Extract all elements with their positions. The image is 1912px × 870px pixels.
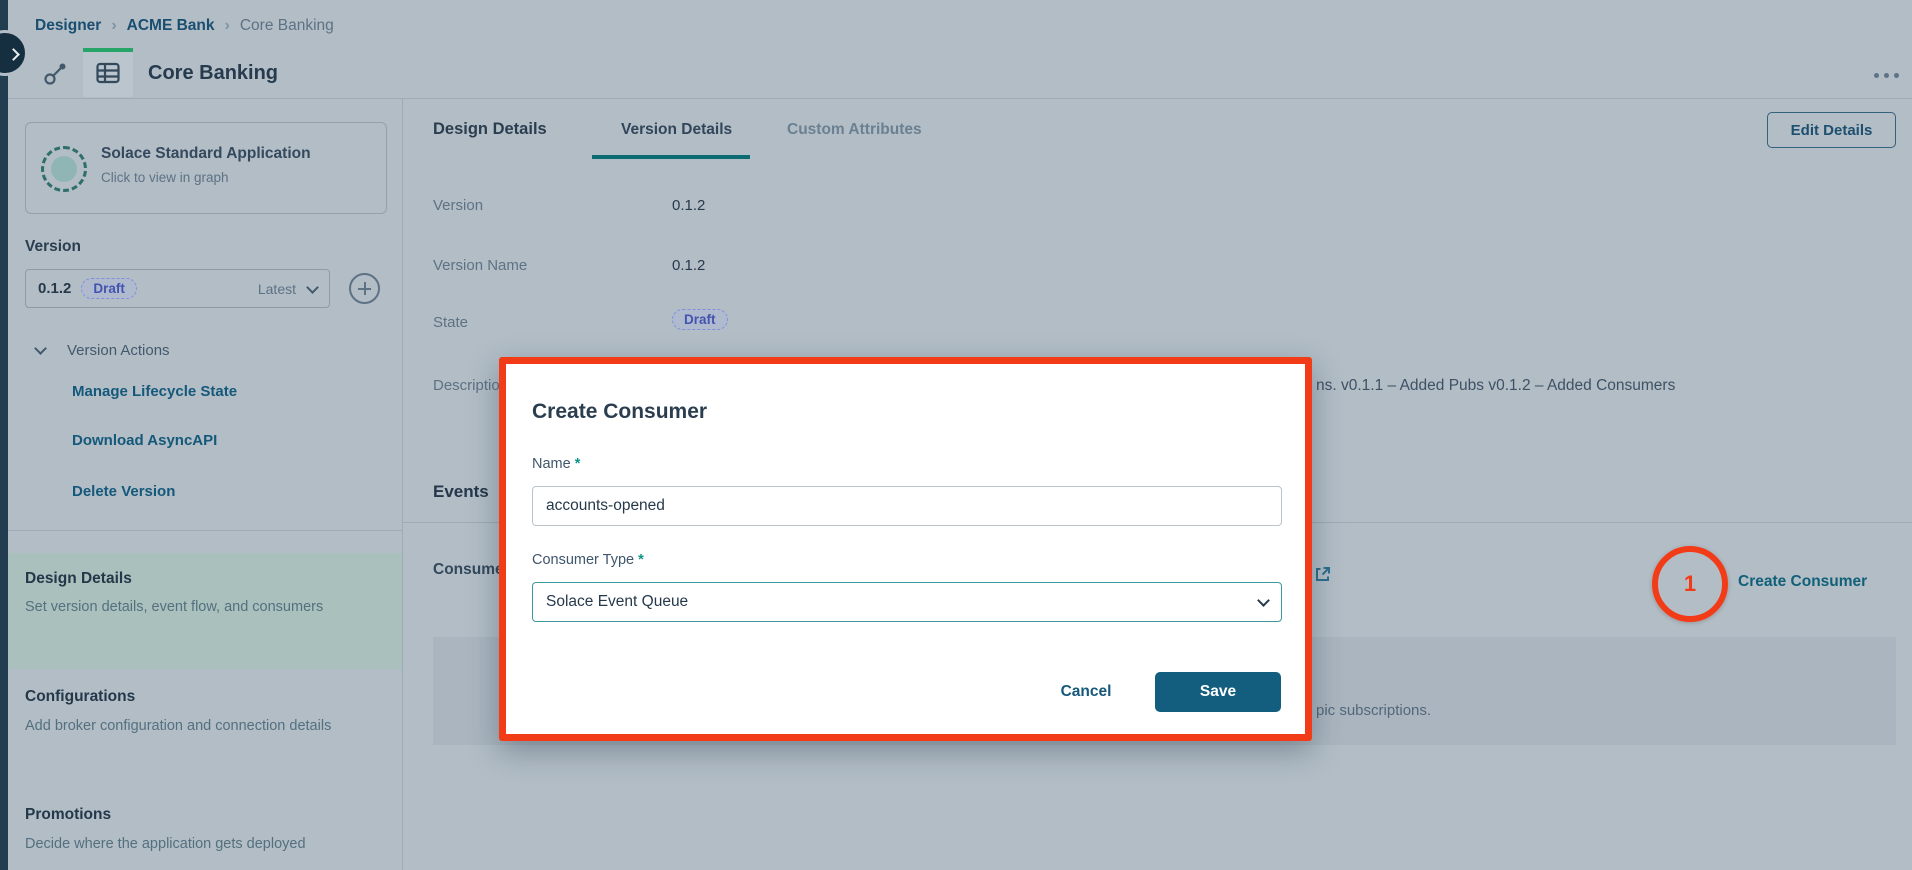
nav-subtitle: Add broker configuration and connection … <box>25 718 332 734</box>
version-actions-toggle[interactable]: Version Actions <box>34 342 170 359</box>
nav-subtitle: Decide where the application gets deploy… <box>25 836 306 852</box>
events-section-heading: Events <box>433 482 489 501</box>
collapsed-nav-rail <box>0 0 8 870</box>
field-value-description: ns. v0.1.1 – Added Pubs v0.1.2 – Added C… <box>1316 377 1676 394</box>
version-section-label: Version <box>25 238 81 255</box>
breadcrumb-separator-icon: › <box>111 17 117 34</box>
name-field-label: Name * <box>532 456 580 472</box>
external-link-icon[interactable] <box>1314 566 1331 588</box>
consumer-type-field-label: Consumer Type * <box>532 552 644 568</box>
name-label-text: Name <box>532 456 571 472</box>
chevron-down-icon <box>34 342 47 355</box>
consumer-type-select[interactable]: Solace Event Queue <box>532 582 1282 622</box>
field-label-state: State <box>433 314 469 331</box>
consumer-name-input[interactable] <box>532 486 1282 526</box>
app-graph-card[interactable]: Solace Standard Application Click to vie… <box>25 122 387 214</box>
more-options-icon[interactable] <box>1868 66 1904 84</box>
nav-title: Promotions <box>25 806 112 823</box>
app-root: Designer › ACME Bank › Core Banking Core… <box>0 0 1912 870</box>
cancel-button[interactable]: Cancel <box>1036 672 1136 712</box>
active-tab-underline <box>592 155 750 159</box>
add-version-button[interactable] <box>349 273 380 304</box>
breadcrumb-separator-icon: › <box>224 17 230 34</box>
sidebar-section-divider <box>8 530 402 531</box>
tab-design-details[interactable]: Design Details <box>433 120 547 139</box>
chevron-right-icon <box>7 48 20 61</box>
required-asterisk: * <box>574 456 581 472</box>
tab-graph-view[interactable] <box>30 48 81 97</box>
nav-subtitle: Set version details, event flow, and con… <box>25 599 324 615</box>
tab-custom-attributes[interactable]: Custom Attributes <box>787 121 922 139</box>
download-asyncapi-link[interactable]: Download AsyncAPI <box>72 432 217 449</box>
chevron-down-icon <box>1257 593 1270 607</box>
create-consumer-link[interactable]: Create Consumer <box>1738 573 1867 591</box>
page-title: Core Banking <box>148 62 279 84</box>
graph-view-icon <box>43 63 65 85</box>
consumer-type-label-text: Consumer Type <box>532 552 635 568</box>
tab-list-view-active[interactable] <box>83 48 133 97</box>
app-card-title: Solace Standard Application <box>101 145 311 162</box>
breadcrumb-designer[interactable]: Designer <box>35 17 101 35</box>
state-draft-badge: Draft <box>672 309 728 330</box>
version-number: 0.1.2 <box>38 280 72 297</box>
nav-title: Configurations <box>25 688 136 705</box>
header-divider <box>0 98 1912 99</box>
field-value-version: 0.1.2 <box>672 197 706 214</box>
breadcrumb: Designer › ACME Bank › Core Banking <box>35 14 334 38</box>
consumer-type-selected-value: Solace Event Queue <box>546 593 689 610</box>
table-view-icon <box>96 62 120 83</box>
version-state-badge: Draft <box>81 278 137 299</box>
expand-sidebar-button[interactable] <box>0 30 28 76</box>
field-label-description: Description <box>433 377 509 394</box>
field-label-version: Version <box>433 197 484 214</box>
app-card-subtitle: Click to view in graph <box>101 170 229 185</box>
chevron-down-icon <box>306 280 319 294</box>
delete-version-link[interactable]: Delete Version <box>72 483 175 500</box>
latest-label: Latest <box>257 280 296 297</box>
required-asterisk: * <box>638 552 644 568</box>
breadcrumb-core-banking: Core Banking <box>239 17 334 34</box>
manage-lifecycle-state-link[interactable]: Manage Lifecycle State <box>72 383 237 400</box>
nav-title: Design Details <box>25 570 132 587</box>
tab-version-details[interactable]: Version Details <box>621 121 732 139</box>
sidebar-divider <box>402 98 403 870</box>
application-node-icon <box>41 146 87 192</box>
breadcrumb-acme-bank[interactable]: ACME Bank <box>127 17 215 35</box>
consumers-empty-state-text: pic subscriptions. <box>1316 702 1432 719</box>
edit-details-button[interactable]: Edit Details <box>1767 112 1896 148</box>
annotation-step-circle: 1 <box>1652 546 1728 622</box>
modal-title: Create Consumer <box>532 400 708 423</box>
annotation-step-number: 1 <box>1683 571 1697 596</box>
field-value-version-name: 0.1.2 <box>672 257 706 274</box>
create-consumer-modal: Create Consumer Name * Consumer Type * S… <box>499 357 1312 741</box>
save-button[interactable]: Save <box>1155 672 1281 712</box>
version-selector[interactable]: 0.1.2 Draft Latest <box>25 269 330 308</box>
version-actions-label: Version Actions <box>67 342 170 359</box>
field-label-version-name: Version Name <box>433 257 528 274</box>
